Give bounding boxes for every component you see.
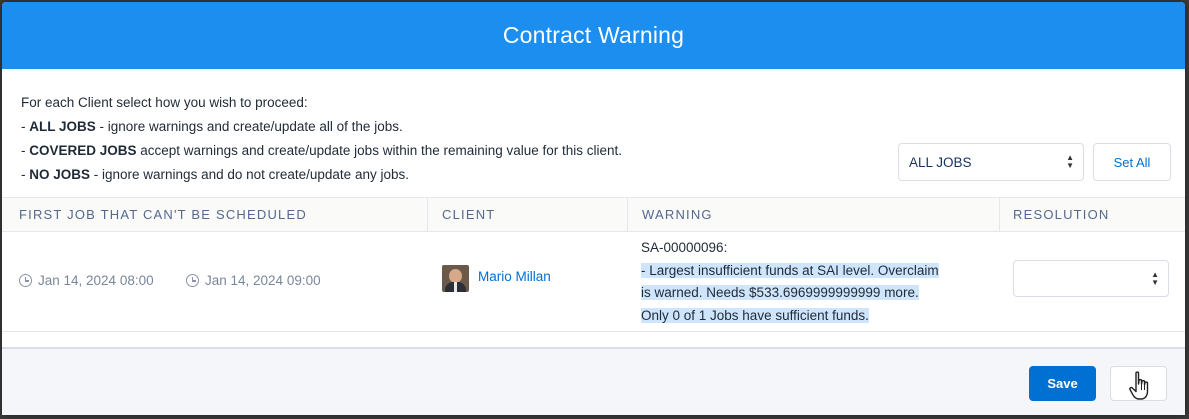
instruction-covered-jobs: - COVERED JOBS accept warnings and creat… — [21, 139, 622, 163]
avatar — [442, 265, 469, 292]
avatar-tie — [454, 282, 457, 292]
instructions: For each Client select how you wish to p… — [21, 91, 622, 187]
column-header-first-job: FIRST JOB THAT CAN'T BE SCHEDULED — [19, 207, 307, 222]
job-start-time: Jan 14, 2024 08:00 — [19, 273, 154, 288]
instruction-prefix: - — [21, 167, 30, 182]
instructions-intro: For each Client select how you wish to p… — [21, 95, 308, 110]
warning-line: - Largest insufficient funds at SAI leve… — [641, 262, 939, 278]
instruction-text: - ignore warnings and do not create/upda… — [90, 167, 409, 182]
modal-title: Contract Warning — [502, 22, 685, 48]
warning-line: Only 0 of 1 Jobs have sufficient funds. — [641, 307, 869, 323]
instruction-prefix: - — [21, 119, 30, 134]
set-all-button[interactable]: Set All — [1093, 143, 1171, 181]
column-header-client: CLIENT — [442, 207, 496, 222]
clock-icon — [186, 274, 199, 287]
warning-id: SA-00000096: — [641, 240, 728, 255]
warning-line: is warned. Needs $533.6969999999999 more… — [641, 285, 919, 300]
table-header: FIRST JOB THAT CAN'T BE SCHEDULED CLIENT… — [2, 198, 1185, 331]
instruction-keyword: ALL JOBS — [29, 119, 96, 134]
bulk-resolution-value: ALL JOBS — [909, 154, 972, 170]
jobs-table: FIRST JOB THAT CAN'T BE SCHEDULED CLIENT… — [2, 197, 1185, 332]
job-end-time: Jan 14, 2024 09:00 — [186, 273, 321, 288]
instruction-text: accept warnings and create/update jobs w… — [136, 143, 623, 158]
instruction-keyword: NO JOBS — [29, 167, 91, 182]
resolution-select[interactable]: ▲ ▼ — [1013, 260, 1169, 297]
instruction-prefix: - — [21, 143, 30, 158]
pointer-cursor-icon — [1129, 371, 1149, 400]
instruction-keyword: COVERED JOBS — [29, 143, 137, 158]
bulk-resolution-select[interactable]: ALL JOBS ▲ ▼ — [898, 143, 1084, 181]
client-link[interactable]: Mario Millan — [478, 269, 551, 284]
job-end-label: Jan 14, 2024 09:00 — [205, 273, 321, 288]
save-button[interactable]: Save — [1029, 366, 1096, 401]
clock-icon — [19, 274, 32, 287]
avatar-face — [449, 269, 462, 283]
warning-text: SA-00000096: - Largest insufficient fund… — [641, 237, 991, 327]
instruction-all-jobs: - ALL JOBS - ignore warnings and create/… — [21, 115, 622, 139]
modal-header: Contract Warning — [2, 2, 1185, 69]
job-start-label: Jan 14, 2024 08:00 — [38, 273, 154, 288]
instruction-no-jobs: - NO JOBS - ignore warnings and do not c… — [21, 163, 622, 187]
spinner-icon: ▲ ▼ — [1066, 153, 1074, 170]
table-row: Jan 14, 2024 08:00 Jan 14, 2024 09:00 — [2, 232, 1185, 332]
column-header-resolution: RESOLUTION — [1013, 207, 1110, 222]
modal-footer: Save — [2, 347, 1185, 415]
column-header-warning: WARNING — [642, 207, 713, 222]
spinner-icon: ▲ ▼ — [1151, 269, 1159, 287]
instruction-text: - ignore warnings and create/update all … — [95, 119, 403, 134]
